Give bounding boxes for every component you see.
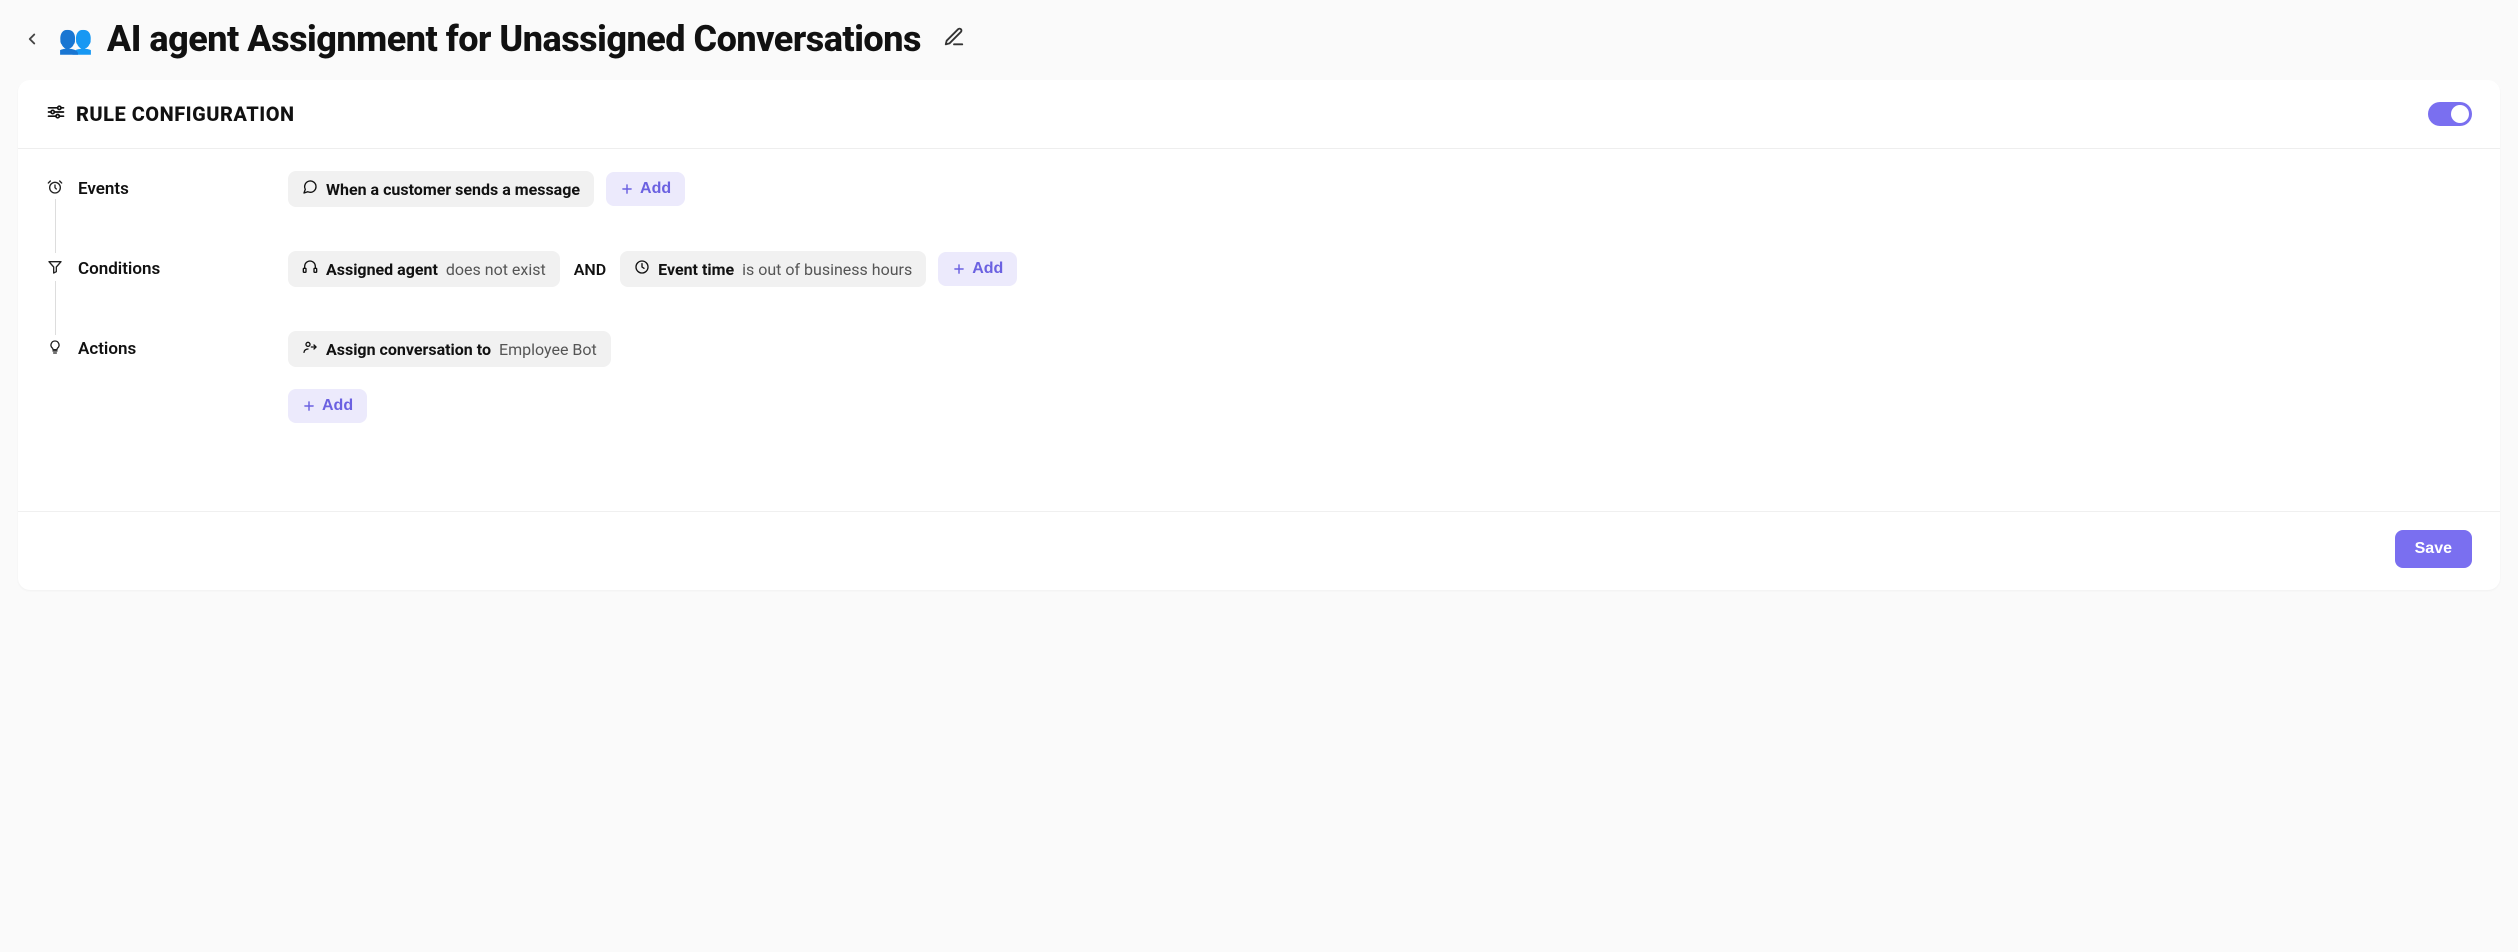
action-pill[interactable]: Assign conversation to Employee Bot (288, 331, 611, 367)
title-emoji: 👥 (58, 23, 93, 56)
page-header: 👥 AI agent Assignment for Unassigned Con… (18, 18, 2500, 80)
save-button[interactable]: Save (2395, 530, 2472, 568)
rule-rows: Events When a customer sends a message A… (18, 149, 2500, 451)
add-action-button[interactable]: Add (288, 389, 367, 423)
conditions-row: Conditions Assigned agent does not exist… (46, 251, 2472, 287)
connector-line (55, 199, 56, 253)
section-title: RULE CONFIGURATION (76, 102, 295, 126)
actions-row: Actions Assign conversation to Employee … (46, 331, 2472, 423)
connector-line (55, 281, 56, 335)
conditions-label: Conditions (78, 251, 274, 279)
back-button[interactable] (20, 27, 44, 51)
clock-icon (634, 259, 650, 279)
enabled-toggle[interactable] (2428, 102, 2472, 126)
rule-config-card: RULE CONFIGURATION Events When a custome… (18, 80, 2500, 590)
condition-joiner: AND (572, 260, 608, 279)
funnel-icon (46, 251, 64, 275)
edit-title-button[interactable] (943, 26, 969, 52)
events-row: Events When a customer sends a message A… (46, 171, 2472, 207)
add-event-button[interactable]: Add (606, 172, 685, 206)
message-icon (302, 179, 318, 199)
condition-pill[interactable]: Event time is out of business hours (620, 251, 926, 287)
add-condition-button[interactable]: Add (938, 252, 1017, 286)
condition-pill[interactable]: Assigned agent does not exist (288, 251, 560, 287)
card-header: RULE CONFIGURATION (18, 80, 2500, 148)
actions-label: Actions (78, 331, 274, 359)
event-pill[interactable]: When a customer sends a message (288, 171, 594, 207)
card-footer: Save (18, 512, 2500, 590)
clock-alarm-icon (46, 171, 64, 195)
person-arrow-icon (302, 339, 318, 359)
headset-icon (302, 259, 318, 279)
event-text: When a customer sends a message (326, 180, 580, 199)
events-label: Events (78, 171, 274, 199)
page-title: AI agent Assignment for Unassigned Conve… (107, 18, 921, 60)
sliders-icon (46, 102, 66, 126)
